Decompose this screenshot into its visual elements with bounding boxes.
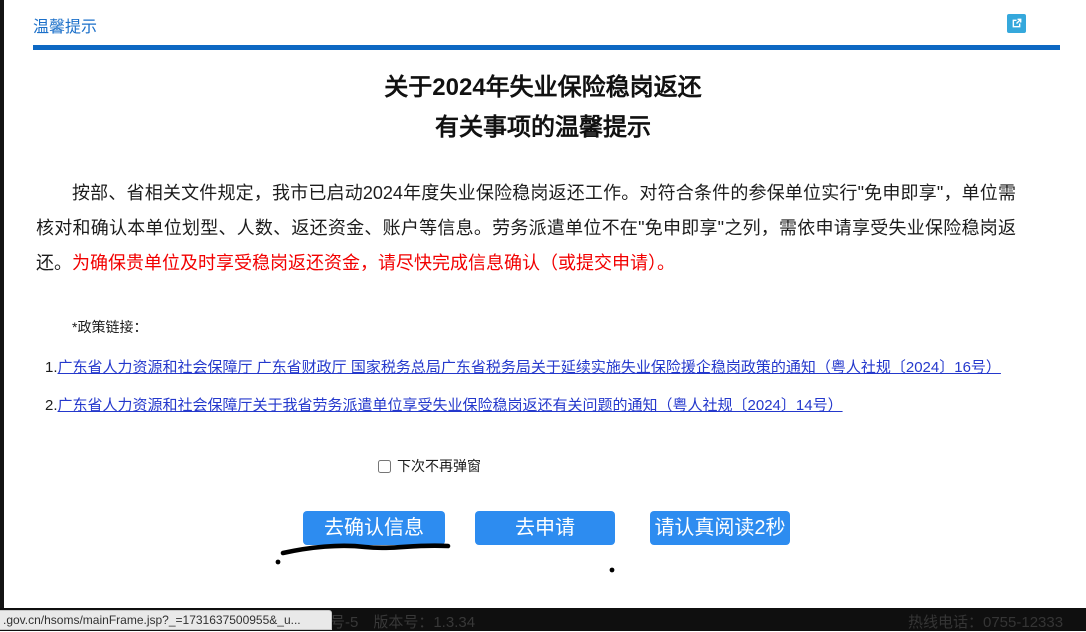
notice-body: 按部、省相关文件规定，我市已启动2024年度失业保险稳岗返还工作。对符合条件的参… [36,176,1016,281]
external-link-icon [1009,16,1024,31]
header-divider [33,45,1060,50]
browser-status-url-tooltip: .gov.cn/hsoms/mainFrame.jsp?_=1731637500… [0,610,332,630]
policy-link-2-number: 2. [45,397,58,414]
policy-link-row-2: 2.广东省人力资源和社会保障厅关于我省劳务派遣单位享受失业保险稳岗返还有关问题的… [45,394,843,415]
policy-link-1-number: 1. [45,359,58,376]
dialog-title: 温馨提示 [33,13,97,37]
notice-title: 关于2024年失业保险稳岗返还 有关事项的温馨提示 [0,68,1086,148]
dont-show-again-checkbox[interactable] [378,460,391,473]
confirm-info-button[interactable]: 去确认信息 [303,511,445,545]
dont-show-again-row: 下次不再弹窗 [378,456,481,476]
notice-body-red-alert: 为确保贵单位及时享受稳岗返还资金，请尽快完成信息确认（或提交申请）。 [72,253,675,273]
policy-link-1[interactable]: 广东省人力资源和社会保障厅 广东省财政厅 国家税务总局广东省税务局关于延续实施失… [58,359,1001,376]
read-timer-button[interactable]: 请认真阅读2秒 [650,511,790,545]
ink-dot-left [276,560,281,565]
notice-title-line2: 有关事项的温馨提示 [0,108,1086,148]
policy-link-2[interactable]: 广东省人力资源和社会保障厅关于我省劳务派遣单位享受失业保险稳岗返还有关问题的通知… [58,397,843,414]
open-in-new-window-button[interactable] [1007,14,1026,33]
notice-title-line1: 关于2024年失业保险稳岗返还 [0,68,1086,108]
policy-link-row-1: 1.广东省人力资源和社会保障厅 广东省财政厅 国家税务总局广东省税务局关于延续实… [45,356,1001,377]
policy-links-label: *政策链接： [72,317,147,337]
apply-button[interactable]: 去申请 [475,511,615,545]
hotline-text: 热线电话：0755-12333 [908,611,1063,632]
ink-dot-right [610,568,615,573]
version-text: 号-5 版本号：1.3.34 [330,611,475,632]
dont-show-again-label: 下次不再弹窗 [397,456,481,476]
